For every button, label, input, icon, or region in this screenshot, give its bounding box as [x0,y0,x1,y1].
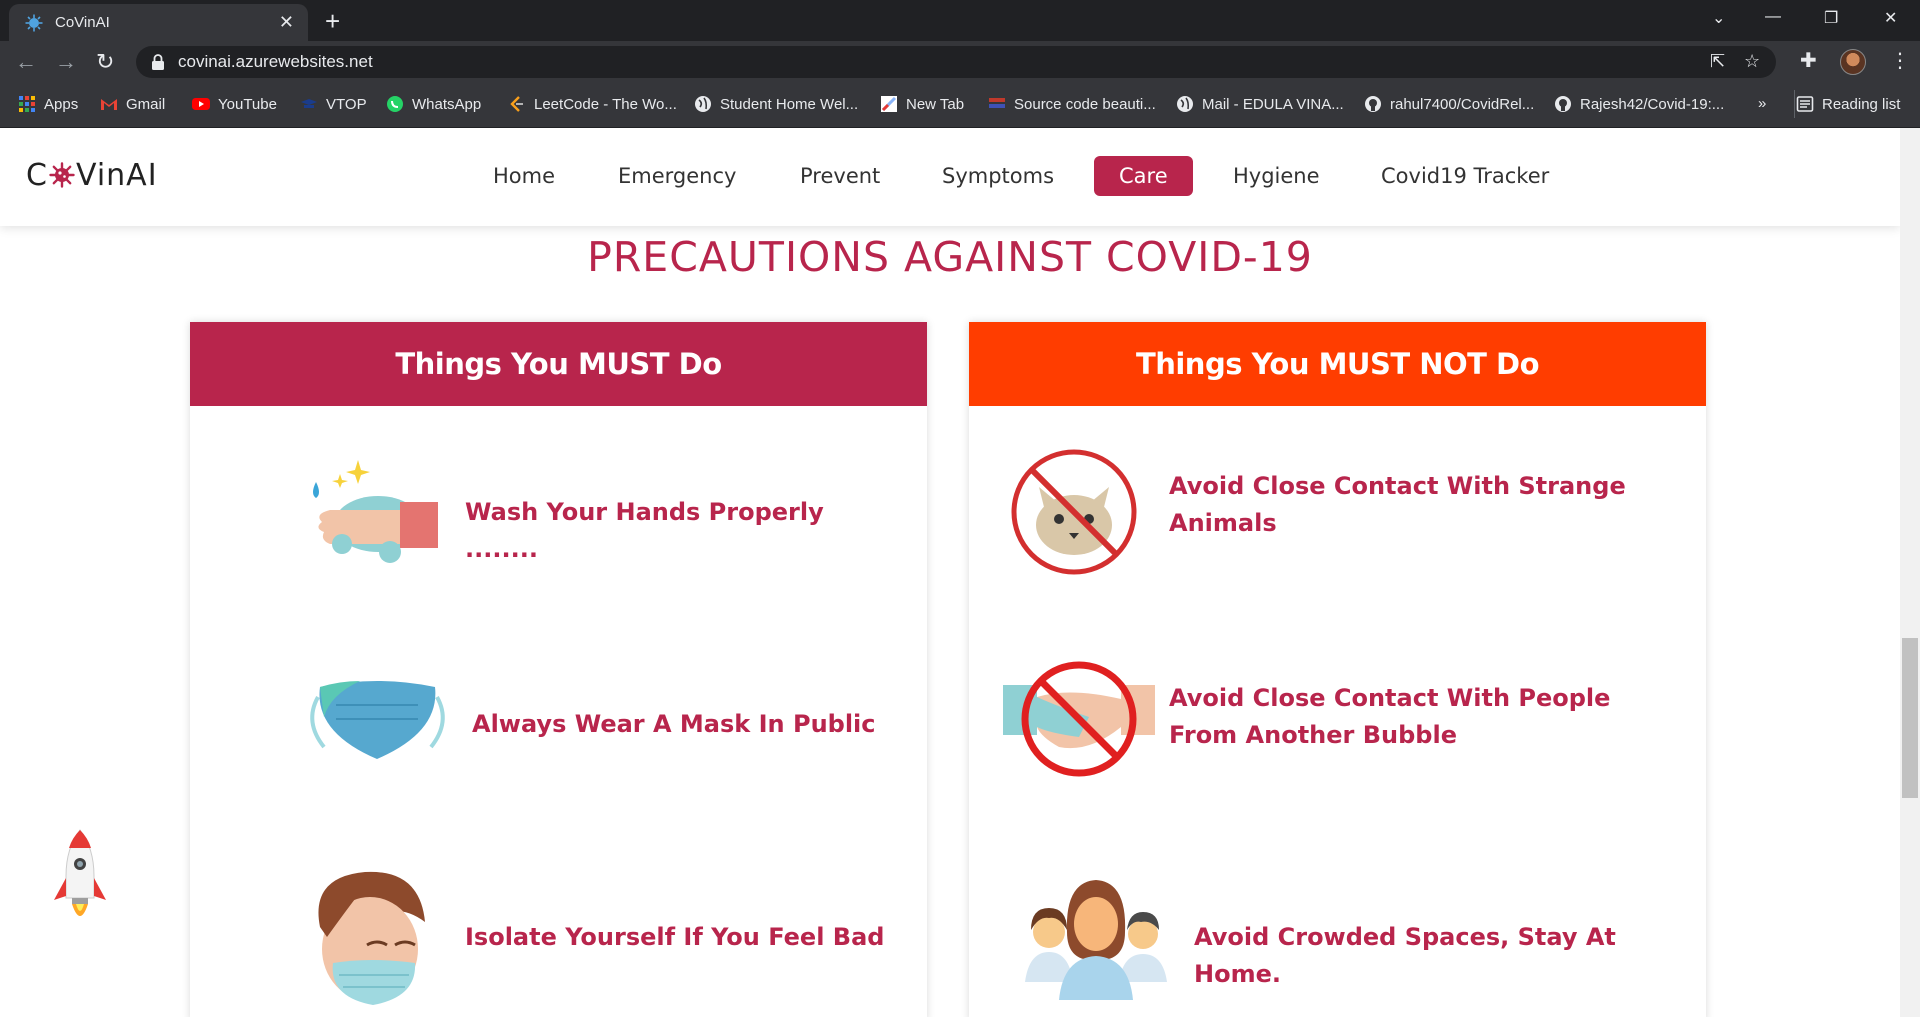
reading-list-icon [1796,96,1814,112]
must-not-do-item-bubble: Avoid Close Contact With People From Ano… [1169,684,1611,749]
must-do-item-wash-hands: Wash Your Hands Properly ........ [465,498,824,563]
bookmark-label: WhatsApp [412,96,482,113]
crowd-icon [1025,880,1167,1000]
bookmark-label: VTOP [326,96,367,113]
close-window-button[interactable]: ✕ [1884,8,1897,28]
newtab-icon [881,96,897,112]
bookmark-vtop[interactable]: VTOP [300,95,367,113]
must-not-do-item-animals: Avoid Close Contact With Strange Animals [1169,472,1626,537]
apps-grid-icon [19,96,35,112]
web-page: C VinAI Home Emergency Prevent Symptoms … [0,128,1900,1017]
url-text: covinai.azurewebsites.net [178,52,373,71]
no-animals-icon [1011,449,1137,575]
site-logo[interactable]: C VinAI [26,158,158,193]
covid-virus-icon [25,14,43,32]
lock-icon [152,54,164,70]
logo-text-left: C [26,158,48,193]
page-title: PRECAUTIONS AGAINST COVID-19 [587,233,1313,281]
reading-list-label: Reading list [1822,96,1901,113]
browser-toolbar: ← → ↻ covinai.azurewebsites.net ⇱ ☆ ✚ ⋮ [0,41,1920,82]
bookmark-label: Source code beauti... [1014,96,1156,113]
scrollbar-thumb[interactable] [1902,638,1918,798]
bookmark-whatsapp[interactable]: WhatsApp [386,95,481,113]
nav-care[interactable]: Care [1094,156,1193,196]
must-not-do-header: Things You MUST NOT Do [969,322,1706,406]
nav-covid19-tracker[interactable]: Covid19 Tracker [1356,156,1574,196]
back-arrow-icon[interactable]: ← [15,49,37,75]
must-not-do-card: Things You MUST NOT Do Avoid Close Conta… [969,322,1706,1017]
bookmark-label: Mail - EDULA VINA... [1202,96,1344,113]
reload-icon[interactable]: ↻ [96,49,114,75]
must-do-header: Things You MUST Do [190,322,927,406]
tab-close-icon[interactable]: ✕ [279,12,294,33]
must-do-item-wear-mask: Always Wear A Mask In Public [472,710,876,738]
bookmark-leetcode[interactable]: LeetCode - The Wo... [508,95,677,113]
face-mask-icon [310,681,445,759]
youtube-icon [192,98,210,110]
bookmark-label: YouTube [218,96,277,113]
bookmark-label: Gmail [126,96,166,113]
tab-search-icon[interactable]: ⌄ [1712,8,1725,28]
page-scrollbar[interactable] [1900,128,1920,1017]
gmail-icon [101,99,117,110]
extensions-puzzle-icon[interactable]: ✚ [1800,48,1817,72]
forward-arrow-icon[interactable]: → [55,49,77,75]
bookmark-apps[interactable]: Apps [18,95,78,113]
github-icon [1365,96,1381,112]
bookmark-label: Apps [44,96,79,113]
browser-tab-strip: CoVinAI ✕ + ⌄ — ❐ ✕ [0,0,1920,41]
minimize-button[interactable]: — [1765,8,1781,26]
bookmark-label: New Tab [906,96,965,113]
bookmarks-bar: Apps Gmail YouTube VTOP WhatsApp LeetCod… [0,82,1920,128]
nav-home[interactable]: Home [468,156,580,196]
no-handshake-icon [1003,661,1155,777]
logo-text-right: VinAI [75,158,158,193]
vtop-icon [301,99,317,108]
bookmark-gmail[interactable]: Gmail [100,95,165,113]
menu-kebab-icon[interactable]: ⋮ [1890,48,1910,72]
github-icon [1555,96,1571,112]
rocket-scroll-top-icon[interactable] [52,828,108,928]
bookmark-label: rahul7400/CovidRel... [1390,96,1535,113]
share-icon[interactable]: ⇱ [1710,51,1725,72]
address-bar[interactable]: covinai.azurewebsites.net ⇱ ☆ [136,46,1776,78]
restore-button[interactable]: ❐ [1824,8,1838,28]
bookmark-source-code[interactable]: Source code beauti... [988,95,1156,113]
browser-tab[interactable]: CoVinAI ✕ [9,4,308,41]
leetcode-icon [510,96,523,112]
bookmark-new-tab[interactable]: New Tab [880,95,964,113]
nav-emergency[interactable]: Emergency [593,156,761,196]
globe-icon [695,96,711,112]
source-code-icon [989,98,1005,108]
bookmarks-overflow-button[interactable]: » [1758,95,1766,112]
hand-wash-icon [313,460,438,563]
bookmark-label: LeetCode - The Wo... [534,96,677,113]
nav-prevent[interactable]: Prevent [775,156,905,196]
bookmark-student-home[interactable]: Student Home Wel... [694,95,858,113]
must-do-card: Things You MUST Do Wash Your Hands Prope… [190,322,927,1017]
bookmark-label: Student Home Wel... [720,96,859,113]
bookmark-mail-edula[interactable]: Mail - EDULA VINA... [1176,95,1344,113]
site-header: C VinAI Home Emergency Prevent Symptoms … [0,128,1900,226]
must-not-do-item-crowds: Avoid Crowded Spaces, Stay At Home. [1194,923,1616,988]
reading-list-button[interactable]: Reading list [1794,95,1900,113]
bookmark-star-icon[interactable]: ☆ [1744,51,1760,72]
bookmark-label: Rajesh42/Covid-19:... [1580,96,1725,113]
nav-hygiene[interactable]: Hygiene [1208,156,1345,196]
bookmark-rahul-covidrel[interactable]: rahul7400/CovidRel... [1364,95,1534,113]
virus-logo-icon [49,162,75,188]
profile-avatar[interactable] [1840,49,1866,75]
nav-symptoms[interactable]: Symptoms [917,156,1079,196]
whatsapp-icon [387,96,403,112]
globe-icon [1177,96,1193,112]
bookmark-youtube[interactable]: YouTube [192,95,277,113]
must-do-item-isolate: Isolate Yourself If You Feel Bad [465,923,885,951]
new-tab-button[interactable]: + [325,6,340,37]
isolated-person-icon [318,871,425,1005]
tab-title: CoVinAI [55,14,110,31]
bookmark-rajesh-covid19[interactable]: Rajesh42/Covid-19:... [1554,95,1724,113]
